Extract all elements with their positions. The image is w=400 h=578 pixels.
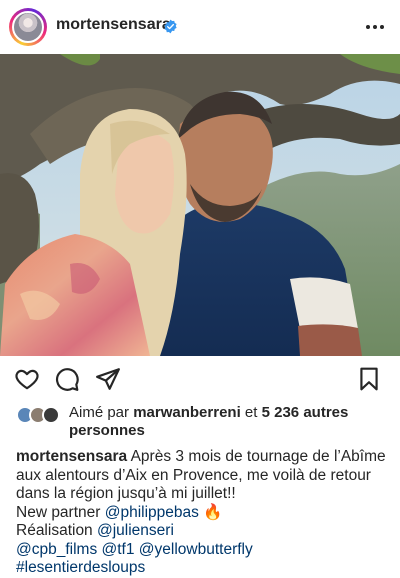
mention-tf1[interactable]: @tf1	[102, 541, 135, 558]
heart-icon[interactable]	[14, 366, 40, 392]
verified-badge-icon	[164, 19, 177, 34]
author-username[interactable]: mortensensara	[56, 16, 171, 34]
likes-prefix: Aimé par	[69, 404, 130, 421]
liker-username[interactable]: marwanberreni	[133, 404, 241, 421]
more-options-icon[interactable]	[366, 20, 384, 34]
partner-label: New partner	[16, 503, 101, 521]
likes-connector: et	[244, 404, 258, 421]
post-header: mortensensara	[0, 0, 400, 54]
fire-emoji: 🔥	[203, 503, 223, 521]
liker-avatars	[16, 406, 64, 426]
mention-yellowbutterfly[interactable]: @yellowbutterfly	[139, 541, 253, 558]
likes-text: Aimé par marwanberreni et 5 236 autres p…	[16, 404, 386, 440]
photo-illustration	[0, 54, 400, 356]
caption-hashtag-line: #lesentierdesloups	[16, 559, 386, 578]
caption-mentions-line: @cpb_films @tf1 @yellowbutterfly	[16, 541, 386, 560]
hashtag[interactable]: #lesentierdesloups	[16, 559, 145, 576]
partner-mention[interactable]: @philippebas	[105, 504, 199, 521]
bookmark-icon[interactable]	[356, 366, 382, 392]
action-bar	[0, 356, 400, 402]
post-caption: mortensensara Après 3 mois de tournage d…	[16, 448, 386, 578]
caption-author[interactable]: mortensensara	[16, 448, 127, 465]
post-photo[interactable]	[0, 54, 400, 356]
story-ring[interactable]	[9, 8, 47, 46]
caption-body: mortensensara Après 3 mois de tournage d…	[16, 448, 386, 504]
mention-cpb-films[interactable]: @cpb_films	[16, 541, 97, 558]
liker-avatar	[42, 406, 60, 424]
caption-realisation-line: Réalisation @julienseri	[16, 522, 386, 541]
avatar[interactable]	[12, 11, 44, 43]
realisation-label: Réalisation	[16, 522, 93, 539]
caption-partner-line: New partner @philippebas 🔥	[16, 504, 386, 523]
comment-icon[interactable]	[54, 366, 80, 392]
likes-summary[interactable]: Aimé par marwanberreni et 5 236 autres p…	[16, 404, 386, 440]
paper-plane-icon[interactable]	[95, 366, 121, 392]
realisation-mention[interactable]: @julienseri	[97, 522, 174, 539]
